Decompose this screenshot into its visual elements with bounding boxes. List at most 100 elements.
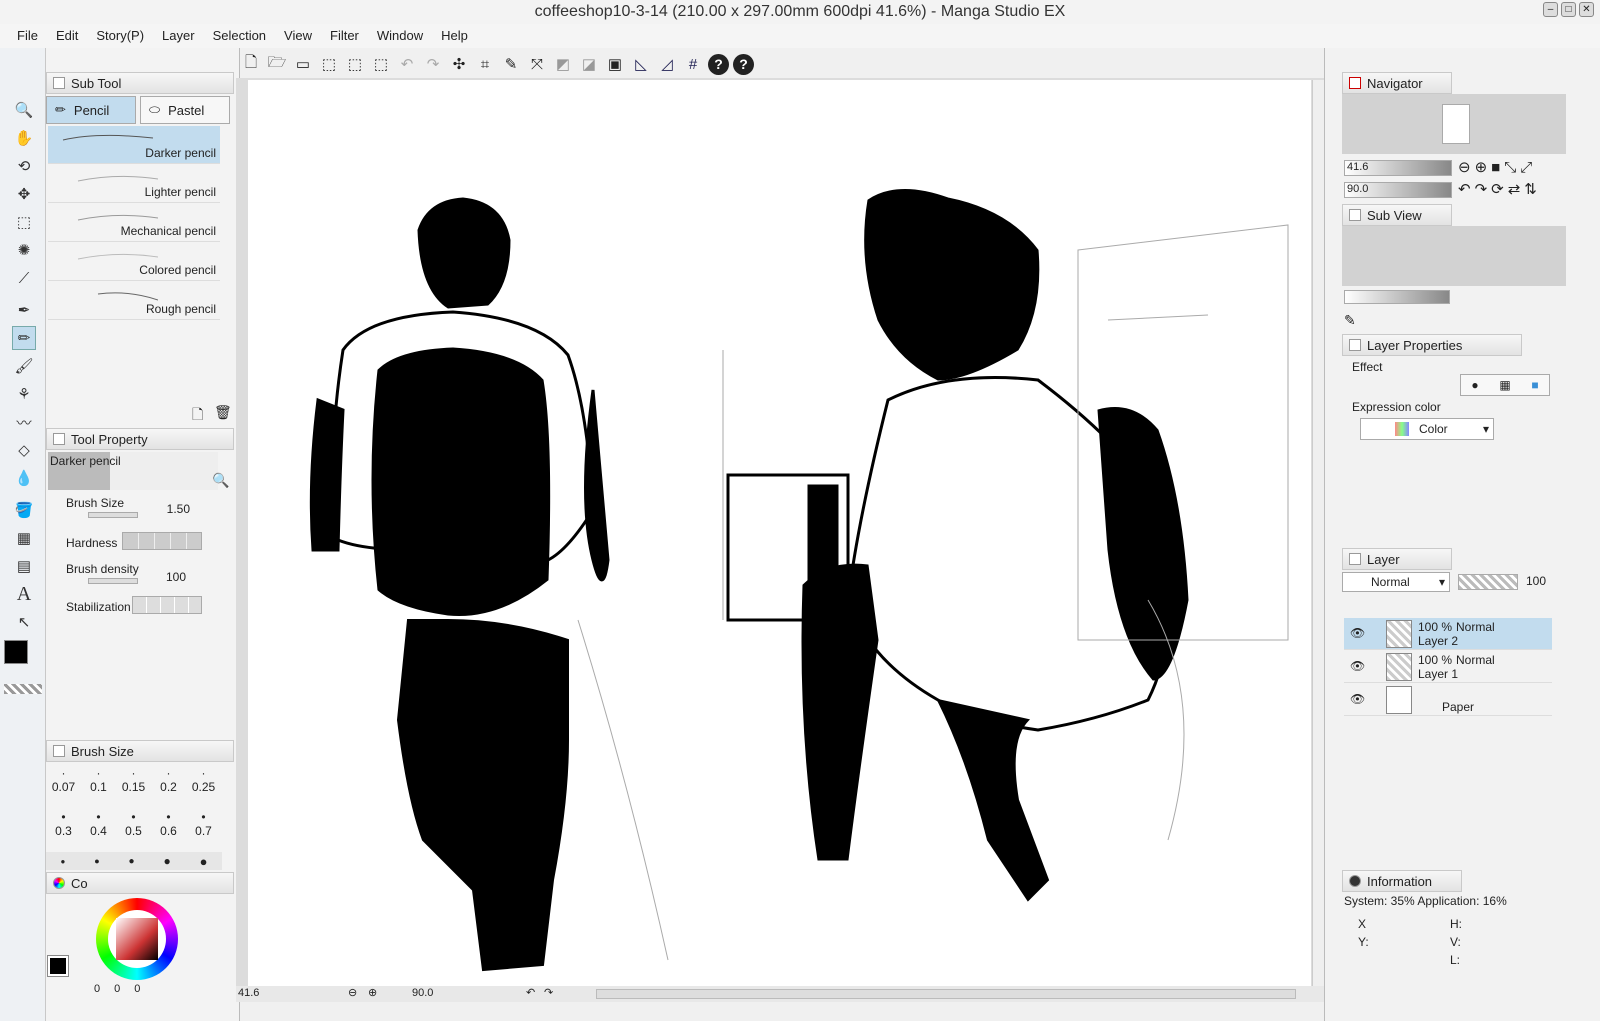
zoom-out-icon[interactable]: ⊖ [348, 986, 357, 999]
nav-angle-slider[interactable]: 90.0 [1344, 182, 1452, 198]
magic-wand-icon[interactable]: ✺ [12, 238, 36, 262]
sparkle-icon[interactable]: ✣ [448, 53, 470, 75]
eye-icon[interactable]: 👁 [1350, 659, 1365, 673]
select-icon[interactable]: ⬚ [318, 53, 340, 75]
minimize-button[interactable]: – [1543, 2, 1558, 17]
menu-view[interactable]: View [275, 24, 321, 48]
brush-item[interactable]: Colored pencil [48, 243, 220, 281]
menu-selection[interactable]: Selection [204, 24, 275, 48]
tab-pastel[interactable]: ⬭ Pastel [140, 96, 230, 124]
menu-layer[interactable]: Layer [153, 24, 204, 48]
status-zoom[interactable]: 41.6 [238, 987, 259, 999]
grid-icon[interactable]: # [682, 53, 704, 75]
opacity-slider[interactable] [1458, 574, 1518, 590]
figure-icon[interactable]: ▤ [12, 554, 36, 578]
color-wheel[interactable] [96, 898, 178, 980]
rotate-right-icon[interactable]: ↷ [544, 986, 553, 999]
drawing-canvas[interactable] [248, 80, 1311, 986]
brush-item[interactable]: Lighter pencil [48, 165, 220, 203]
zoom-in-icon[interactable]: ⊕ [368, 986, 377, 999]
size-preset[interactable]: • 0.4 [81, 810, 116, 854]
dot-icon[interactable]: ● [200, 854, 208, 869]
zoom-tool-icon[interactable]: 🔍 [12, 98, 36, 122]
maximize-button[interactable]: □ [1561, 2, 1576, 17]
decoration-icon[interactable]: 〰 [12, 410, 36, 434]
eyedrop-icon[interactable]: ✎ [500, 53, 522, 75]
help-context-icon[interactable]: ? [733, 53, 754, 75]
vertical-scrollbar[interactable] [1312, 80, 1324, 986]
zoom-preview-icon[interactable]: 🔍 [212, 472, 229, 489]
layer-row[interactable]: 👁 100 % Normal Layer 2 [1344, 618, 1552, 650]
pen-tool-icon[interactable]: ✒ [12, 298, 36, 322]
size-preset[interactable]: • 0.6 [151, 810, 186, 854]
new-file-icon[interactable]: 🗋 [240, 53, 262, 75]
menu-story[interactable]: Story(P) [87, 24, 153, 48]
save-icon[interactable]: ▭ [292, 53, 314, 75]
marquee-tool-icon[interactable]: ⬚ [12, 210, 36, 234]
size-preset[interactable]: · 0.2 [151, 766, 186, 810]
brush-item[interactable]: Rough pencil [48, 282, 220, 320]
blend-mode-select[interactable]: Normal ▾ [1342, 572, 1450, 592]
dot-effect-icon[interactable]: ● [1471, 378, 1478, 392]
help-icon[interactable]: ? [708, 53, 729, 75]
layer-row[interactable]: 👁 100 % Normal Layer 1 [1344, 651, 1552, 683]
dot-icon[interactable]: ● [129, 856, 135, 867]
perspective-icon[interactable]: ◿ [656, 53, 678, 75]
object-tool-icon[interactable]: ↖ [12, 610, 36, 634]
size-preset[interactable]: · 0.07 [46, 766, 81, 810]
gradient-icon[interactable]: ▦ [12, 526, 36, 550]
dot-icon[interactable]: ● [164, 854, 171, 868]
density-value[interactable]: 100 [166, 570, 186, 584]
horizontal-scrollbar[interactable] [596, 989, 1296, 999]
size-preset[interactable]: • 0.3 [46, 810, 81, 854]
open-file-icon[interactable]: 🗁 [266, 53, 288, 75]
delete-preset-icon[interactable]: 🗑 [214, 404, 232, 421]
ruler-icon[interactable]: ◺ [630, 53, 652, 75]
tab-pencil[interactable]: ✏ Pencil [46, 96, 136, 124]
menu-window[interactable]: Window [368, 24, 432, 48]
transform-icon[interactable]: ⤧ [526, 53, 548, 75]
nav-zoom-slider[interactable]: 41.6 [1344, 160, 1452, 176]
rotate-left-icon[interactable]: ↶ [526, 986, 535, 999]
close-button[interactable]: ✕ [1579, 2, 1594, 17]
fill-icon[interactable]: ◩ [552, 53, 574, 75]
main-color-swatch[interactable] [4, 640, 28, 664]
crop-icon[interactable]: ⌗ [474, 53, 496, 75]
eraser-icon[interactable]: ◇ [12, 438, 36, 462]
dot-icon[interactable]: ● [60, 857, 65, 866]
move-tool-icon[interactable]: ✥ [12, 182, 36, 206]
menu-help[interactable]: Help [432, 24, 477, 48]
layer-row[interactable]: 👁 Paper [1344, 684, 1552, 716]
opacity-value[interactable]: 100 [1526, 574, 1546, 588]
subview-area[interactable] [1342, 226, 1566, 286]
select-add-icon[interactable]: ⬚ [344, 53, 366, 75]
selection-frame-icon[interactable]: ▣ [604, 53, 626, 75]
brush-size-value[interactable]: 1.50 [167, 502, 190, 516]
stabilization-selector[interactable] [132, 596, 202, 614]
subview-eyedropper-icon[interactable]: ✎ [1344, 312, 1356, 329]
fg-color-swatch[interactable] [47, 955, 69, 977]
select-sub-icon[interactable]: ⬚ [370, 53, 392, 75]
redo-icon[interactable]: ↷ [422, 53, 444, 75]
expression-color-select[interactable]: Color ▾ [1360, 418, 1494, 440]
eye-icon[interactable]: 👁 [1350, 692, 1365, 706]
nav-zoom-buttons[interactable]: ⊖⊕■⤡⤢ [1458, 158, 1536, 176]
brush-tool-icon[interactable]: 🖌 [12, 354, 36, 378]
pencil-tool-icon[interactable]: ✏ [12, 326, 36, 350]
size-preset[interactable]: · 0.1 [81, 766, 116, 810]
brush-item[interactable]: Darker pencil [48, 126, 220, 164]
hardness-selector[interactable] [122, 532, 202, 550]
eyedropper-icon[interactable]: ⟋ [12, 266, 36, 290]
brush-size-slider[interactable] [88, 512, 138, 518]
size-preset[interactable]: · 0.25 [186, 766, 221, 810]
size-preset[interactable]: · 0.15 [116, 766, 151, 810]
fill-tool-icon[interactable]: 🪣 [12, 498, 36, 522]
hand-tool-icon[interactable]: ✋ [12, 126, 36, 150]
checker-effect-icon[interactable]: ▦ [1499, 378, 1510, 392]
size-preset[interactable]: • 0.5 [116, 810, 151, 854]
menu-edit[interactable]: Edit [47, 24, 87, 48]
brush-item[interactable]: Mechanical pencil [48, 204, 220, 242]
rotate-tool-icon[interactable]: ⟲ [12, 154, 36, 178]
blend-icon[interactable]: 💧 [12, 466, 36, 490]
status-angle[interactable]: 90.0 [412, 987, 433, 999]
